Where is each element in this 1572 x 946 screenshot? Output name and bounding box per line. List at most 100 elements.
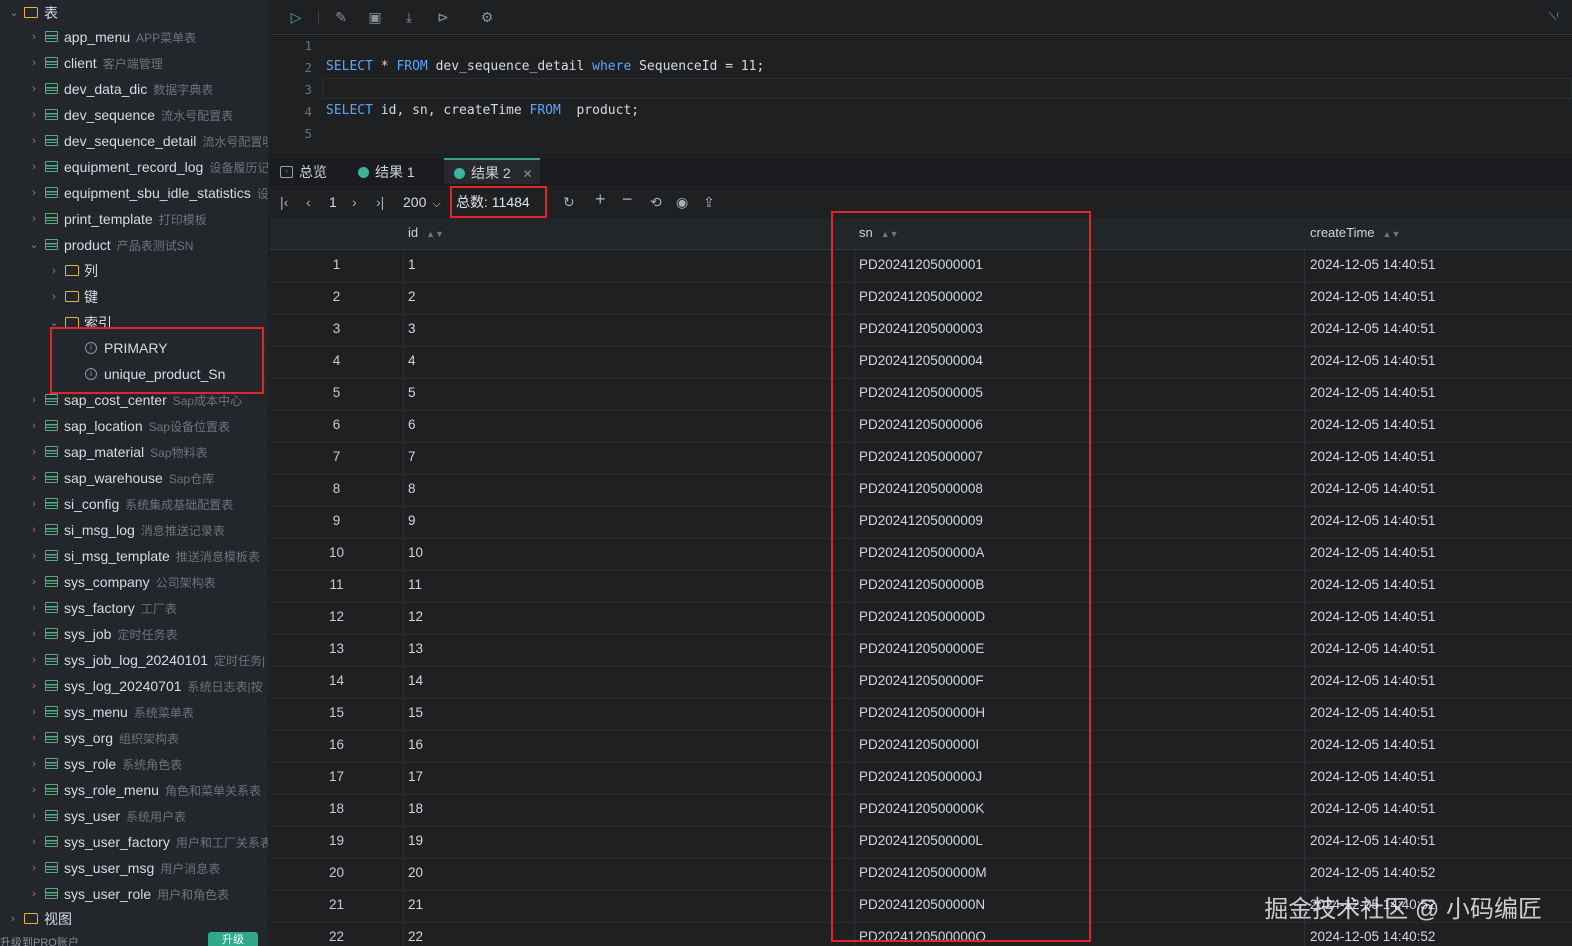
cell-createtime[interactable]: 2024-12-05 14:40:51 [1310, 417, 1435, 432]
cell-id[interactable]: 12 [408, 609, 423, 624]
table-row[interactable]: 9 9 PD20241205000009 2024-12-05 14:40:51 [270, 506, 1572, 539]
tree-index-item[interactable]: i PRIMARY [0, 335, 268, 361]
table-row[interactable]: 7 7 PD20241205000007 2024-12-05 14:40:51 [270, 442, 1572, 475]
cell-createtime[interactable]: 2024-12-05 14:40:51 [1310, 641, 1435, 656]
table-row[interactable]: 22 22 PD2024120500000O 2024-12-05 14:40:52 [270, 922, 1572, 946]
close-icon[interactable]: ✕ [523, 167, 533, 181]
prev-page-icon[interactable]: ‹ [306, 193, 311, 211]
cell-sn[interactable]: PD20241205000002 [859, 289, 983, 304]
cell-id[interactable]: 21 [408, 897, 423, 912]
page-size-select[interactable]: 200 ⌵ [403, 193, 441, 213]
cell-sn[interactable]: PD20241205000004 [859, 353, 983, 368]
cell-id[interactable]: 13 [408, 641, 423, 656]
chevron-right-icon[interactable]: › [29, 855, 39, 881]
chevron-right-icon[interactable]: › [29, 725, 39, 751]
sql-statement-1[interactable]: SELECT * FROM dev_sequence_detail where … [326, 59, 764, 74]
cell-id[interactable]: 17 [408, 769, 423, 784]
chevron-down-icon[interactable]: ⌄ [9, 0, 19, 26]
chevron-right-icon[interactable]: › [29, 102, 39, 128]
tree-index-item[interactable]: i unique_product_Sn [0, 361, 268, 387]
chevron-right-icon[interactable]: › [29, 76, 39, 102]
chevron-right-icon[interactable]: › [29, 180, 39, 206]
tree-table-item[interactable]: › sap_material Sap物料表 [0, 439, 268, 465]
cell-sn[interactable]: PD2024120500000K [859, 801, 984, 816]
cell-sn[interactable]: PD2024120500000M [859, 865, 987, 880]
chevron-right-icon[interactable]: › [29, 50, 39, 76]
cell-sn[interactable]: PD2024120500000N [859, 897, 985, 912]
cell-sn[interactable]: PD2024120500000D [859, 609, 985, 624]
next-page-icon[interactable]: › [352, 193, 357, 211]
tree-table-item[interactable]: › si_msg_log 消息推送记录表 [0, 517, 268, 543]
cell-createtime[interactable]: 2024-12-05 14:40:51 [1310, 705, 1435, 720]
cell-createtime[interactable]: 2024-12-05 14:40:51 [1310, 769, 1435, 784]
tree-table-item[interactable]: › print_template 打印模板 [0, 206, 268, 232]
cell-createtime[interactable]: 2024-12-05 14:40:51 [1310, 833, 1435, 848]
cell-id[interactable]: 8 [408, 481, 416, 496]
table-row[interactable]: 20 20 PD2024120500000M 2024-12-05 14:40:52 [270, 858, 1572, 891]
table-row[interactable]: 5 5 PD20241205000005 2024-12-05 14:40:51 [270, 378, 1572, 411]
cell-sn[interactable]: PD20241205000008 [859, 481, 983, 496]
chevron-right-icon[interactable]: › [29, 673, 39, 699]
cell-createtime[interactable]: 2024-12-05 14:40:52 [1310, 929, 1435, 944]
tree-table-item[interactable]: › si_config 系统集成基础配置表 [0, 491, 268, 517]
chevron-right-icon[interactable]: › [29, 413, 39, 439]
add-row-icon[interactable]: + [595, 190, 606, 208]
chevron-right-icon[interactable]: › [29, 206, 39, 232]
run-icon[interactable]: ▷ [288, 9, 304, 25]
tree-table-item[interactable]: › client 客户端管理 [0, 50, 268, 76]
page-number[interactable]: 1 [329, 193, 337, 211]
tree-table-item[interactable]: › equipment_record_log 设备履历记 [0, 154, 268, 180]
cell-id[interactable]: 20 [408, 865, 423, 880]
cell-id[interactable]: 1 [408, 257, 416, 272]
table-row[interactable]: 19 19 PD2024120500000L 2024-12-05 14:40:51 [270, 826, 1572, 859]
tree-table-item[interactable]: › sys_job 定时任务表 [0, 621, 268, 647]
cell-sn[interactable]: PD2024120500000J [859, 769, 982, 784]
column-header-id[interactable]: id ▲▼ [408, 225, 444, 240]
chevron-right-icon[interactable]: › [29, 595, 39, 621]
tree-views[interactable]: › 视图 [0, 906, 268, 932]
tree-root-tables[interactable]: ⌄ 表 [0, 0, 268, 26]
cell-sn[interactable]: PD20241205000001 [859, 257, 983, 272]
cell-createtime[interactable]: 2024-12-05 14:40:51 [1310, 673, 1435, 688]
cell-id[interactable]: 4 [408, 353, 416, 368]
tree-table-item[interactable]: › dev_sequence_detail 流水号配置明 [0, 128, 268, 154]
sort-icon[interactable]: ▲▼ [426, 229, 444, 239]
cell-sn[interactable]: PD20241205000009 [859, 513, 983, 528]
tree-table-item[interactable]: › dev_sequence 流水号配置表 [0, 102, 268, 128]
chevron-right-icon[interactable]: › [29, 128, 39, 154]
tree-table-item[interactable]: ⌄ product 产品表测试SN [0, 232, 268, 258]
table-row[interactable]: 6 6 PD20241205000006 2024-12-05 14:40:51 [270, 410, 1572, 443]
cell-id[interactable]: 11 [408, 577, 422, 592]
chevron-right-icon[interactable]: › [29, 621, 39, 647]
tree-table-item[interactable]: › sys_user 系统用户表 [0, 803, 268, 829]
cell-createtime[interactable]: 2024-12-05 14:40:51 [1310, 801, 1435, 816]
cell-createtime[interactable]: 2024-12-05 14:40:51 [1310, 353, 1435, 368]
cell-createtime[interactable]: 2024-12-05 14:40:51 [1310, 513, 1435, 528]
tree-table-item[interactable]: › sys_user_msg 用户消息表 [0, 855, 268, 881]
cell-sn[interactable]: PD2024120500000L [859, 833, 983, 848]
cell-sn[interactable]: PD20241205000007 [859, 449, 983, 464]
chevron-down-icon[interactable]: ⌄ [49, 310, 59, 336]
tab-overview[interactable]: › 总览 [280, 158, 346, 186]
table-row[interactable]: 11 11 PD2024120500000B 2024-12-05 14:40:51 [270, 570, 1572, 603]
tree-table-item[interactable]: › sys_user_factory 用户和工厂关系表 [0, 829, 268, 855]
cell-createtime[interactable]: 2024-12-05 14:40:51 [1310, 737, 1435, 752]
cell-sn[interactable]: PD2024120500000E [859, 641, 984, 656]
cell-sn[interactable]: PD2024120500000F [859, 673, 984, 688]
settings-gear-icon[interactable]: ⚙ [479, 9, 495, 25]
table-row[interactable]: 15 15 PD2024120500000H 2024-12-05 14:40:51 [270, 698, 1572, 731]
cell-sn[interactable]: PD20241205000005 [859, 385, 983, 400]
cell-id[interactable]: 5 [408, 385, 416, 400]
chevron-right-icon[interactable]: ⌄ [29, 232, 39, 258]
cell-id[interactable]: 16 [408, 737, 423, 752]
sql-statement-2[interactable]: SELECT id, sn, createTime FROM product; [326, 103, 639, 118]
cell-sn[interactable]: PD2024120500000B [859, 577, 984, 592]
save-icon[interactable]: ▣ [367, 9, 383, 25]
chevron-right-icon[interactable]: › [29, 154, 39, 180]
refresh-icon[interactable]: ↻ [563, 193, 575, 211]
connection-status-icon[interactable]: ⟍⁽ [1546, 9, 1562, 25]
chevron-right-icon[interactable]: › [29, 517, 39, 543]
chevron-right-icon[interactable]: › [29, 777, 39, 803]
tree-table-item[interactable]: › sys_role 系统角色表 [0, 751, 268, 777]
chevron-right-icon[interactable]: › [29, 24, 39, 50]
